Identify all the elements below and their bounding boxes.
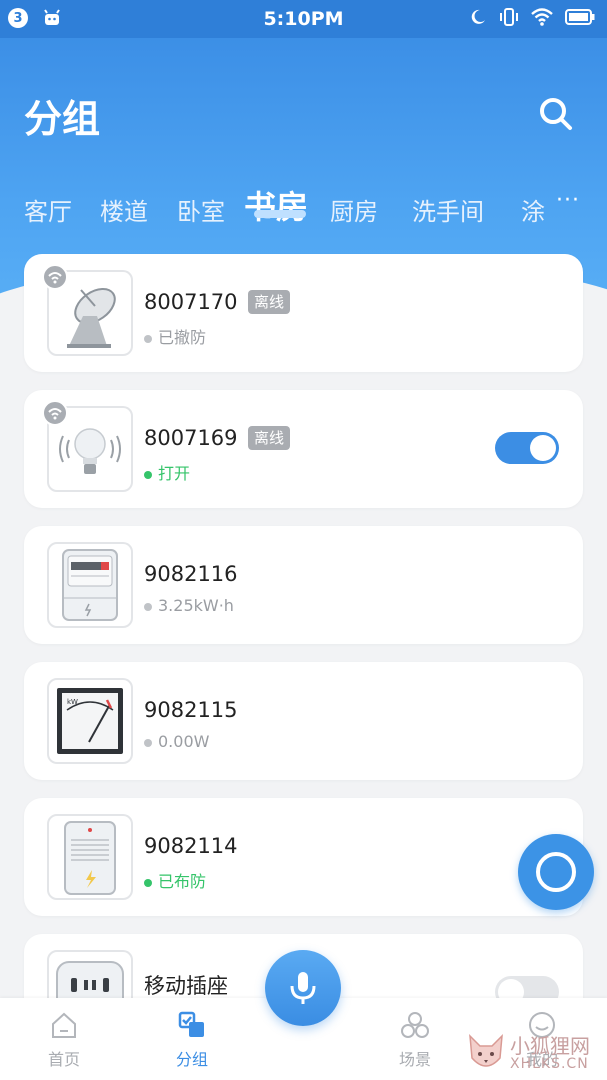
electric-meter-icon [47, 542, 133, 628]
device-name: 移动插座 [144, 974, 228, 998]
wifi-offline-icon [42, 400, 68, 426]
status-dot [144, 470, 152, 479]
device-status: 已撤防 [144, 324, 206, 348]
wifi-icon [531, 8, 553, 26]
device-name: 9082115 [144, 698, 238, 722]
tab-partial[interactable]: 涂 [521, 192, 545, 227]
group-icon [178, 1011, 204, 1037]
home-icon [52, 1012, 76, 1038]
status-dot [144, 878, 152, 887]
alarm-sensor-icon [47, 814, 133, 900]
device-card[interactable]: kW 9082115 0.00W [24, 662, 583, 780]
svg-text:kW: kW [67, 698, 78, 706]
watermark: 小狐狸网 XHLKS.CN [466, 1030, 606, 1080]
power-toggle[interactable] [495, 432, 559, 464]
device-status: 3.25kW·h [144, 596, 234, 615]
status-dot [144, 738, 152, 747]
tab-bathroom[interactable]: 洗手间 [412, 192, 484, 227]
device-name: 8007169 [144, 426, 238, 450]
scene-icon [401, 1012, 429, 1038]
circle-icon [536, 852, 576, 892]
status-dot [144, 602, 152, 611]
moon-icon [471, 9, 485, 24]
offline-badge: 离线 [248, 290, 291, 314]
floating-action-button[interactable] [518, 834, 594, 910]
page-title: 分组 [24, 97, 101, 141]
power-gauge-icon: kW [47, 678, 133, 764]
more-tabs-button[interactable]: ··· [556, 188, 580, 213]
tab-corridor[interactable]: 楼道 [100, 192, 148, 227]
nav-group[interactable]: 分组 [147, 998, 237, 1080]
microphone-icon [290, 972, 316, 1004]
status-bar: 3 5:10PM [0, 0, 607, 38]
nav-home[interactable]: 首页 [19, 998, 109, 1080]
search-icon[interactable] [536, 94, 576, 134]
watermark-text: 小狐狸网 [510, 1034, 590, 1058]
room-tabs: 客厅 楼道 卧室 书房 厨房 洗手间 涂 [0, 184, 607, 234]
tab-kitchen[interactable]: 厨房 [330, 192, 378, 227]
battery-icon [565, 9, 595, 25]
toggle-knob [530, 435, 556, 461]
device-status: 打开 [144, 460, 190, 484]
fox-logo-icon [469, 1034, 503, 1067]
tab-living-room[interactable]: 客厅 [24, 192, 72, 227]
device-status: 0.00W [144, 732, 209, 751]
nav-scene[interactable]: 场景 [370, 998, 460, 1080]
device-card[interactable]: 8007170 离线 已撤防 [24, 254, 583, 372]
device-name: 8007170 [144, 290, 238, 314]
wifi-offline-icon [42, 264, 68, 290]
voice-button[interactable] [265, 950, 341, 1026]
device-name: 9082116 [144, 562, 238, 586]
status-dot [144, 334, 152, 343]
watermark-url: XHLKS.CN [510, 1056, 589, 1072]
vibrate-icon [500, 8, 518, 26]
device-status: 已布防 [144, 868, 206, 892]
device-card[interactable]: 9082116 3.25kW·h [24, 526, 583, 644]
device-name: 9082114 [144, 834, 238, 858]
offline-badge: 离线 [248, 426, 291, 450]
device-card[interactable]: 8007169 离线 打开 [24, 390, 583, 508]
tab-study[interactable]: 书房 [244, 182, 308, 228]
tab-bedroom[interactable]: 卧室 [177, 192, 225, 227]
active-tab-indicator [254, 210, 306, 218]
device-card[interactable]: 9082114 已布防 [24, 798, 583, 916]
